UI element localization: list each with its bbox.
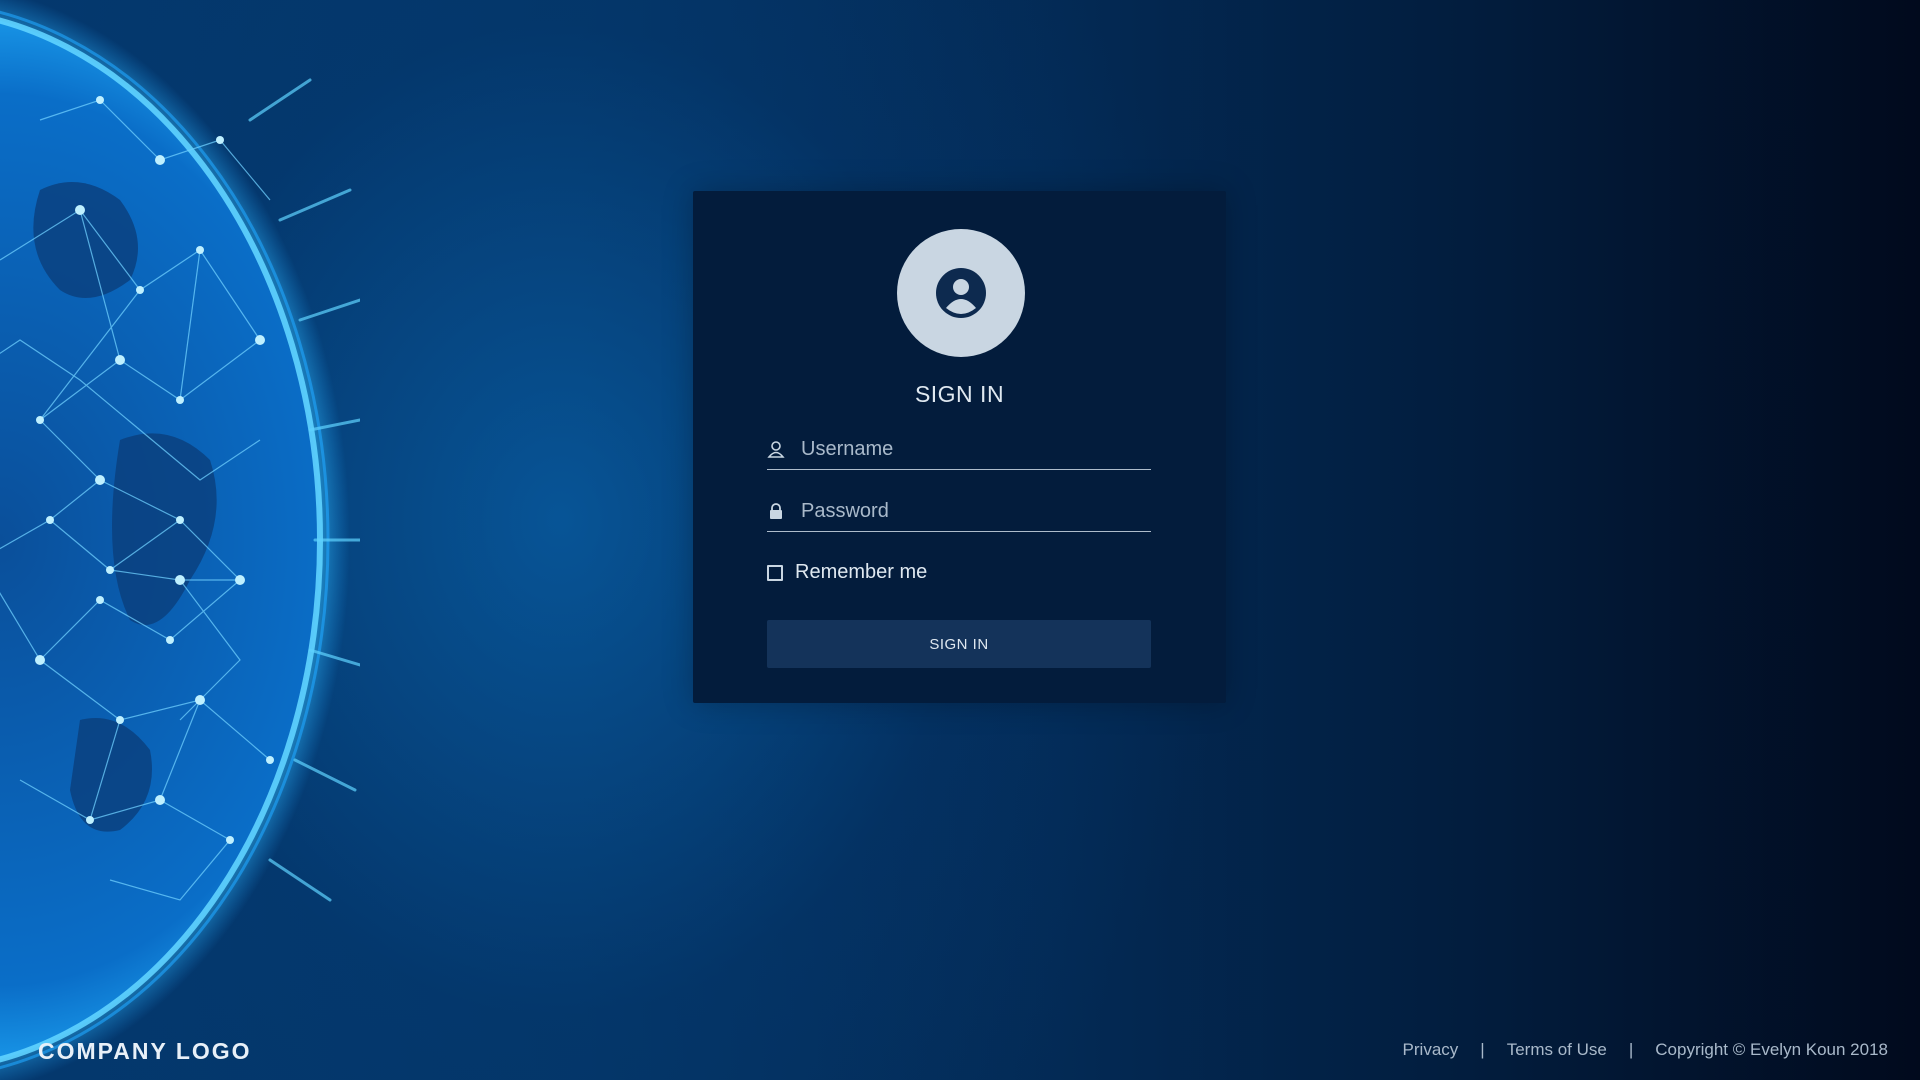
remember-me[interactable]: Remember me [767,561,927,584]
footer-separator: | [1628,1040,1634,1059]
sign-in-title: SIGN IN [914,381,1005,407]
terms-link[interactable]: Terms of Use [1507,1040,1607,1060]
remember-me-checkbox[interactable] [767,564,783,581]
sign-in-card: SIGN IN Remember me SIGN IN [693,191,1226,703]
username-field [767,429,1151,470]
username-input[interactable] [801,431,1151,467]
globe-network-illustration [0,0,360,1080]
sign-in-button[interactable]: SIGN IN [767,620,1151,668]
copyright-text: Copyright © Evelyn Koun 2018 [1655,1040,1888,1059]
login-page: SIGN IN Remember me SIGN IN [0,0,1920,1080]
footer-links: Privacy | Terms of Use | Copyright © Eve… [1403,1040,1888,1060]
footer-separator: | [1480,1040,1485,1059]
user-circle-icon [934,266,988,320]
password-input[interactable] [801,493,1151,529]
company-logo: COMPANY LOGO [38,1038,252,1064]
remember-me-label: Remember me [795,561,928,583]
user-icon [767,440,785,458]
lock-icon [767,502,785,520]
password-field [767,491,1151,532]
privacy-link[interactable]: Privacy [1403,1040,1459,1060]
user-avatar [897,229,1025,357]
